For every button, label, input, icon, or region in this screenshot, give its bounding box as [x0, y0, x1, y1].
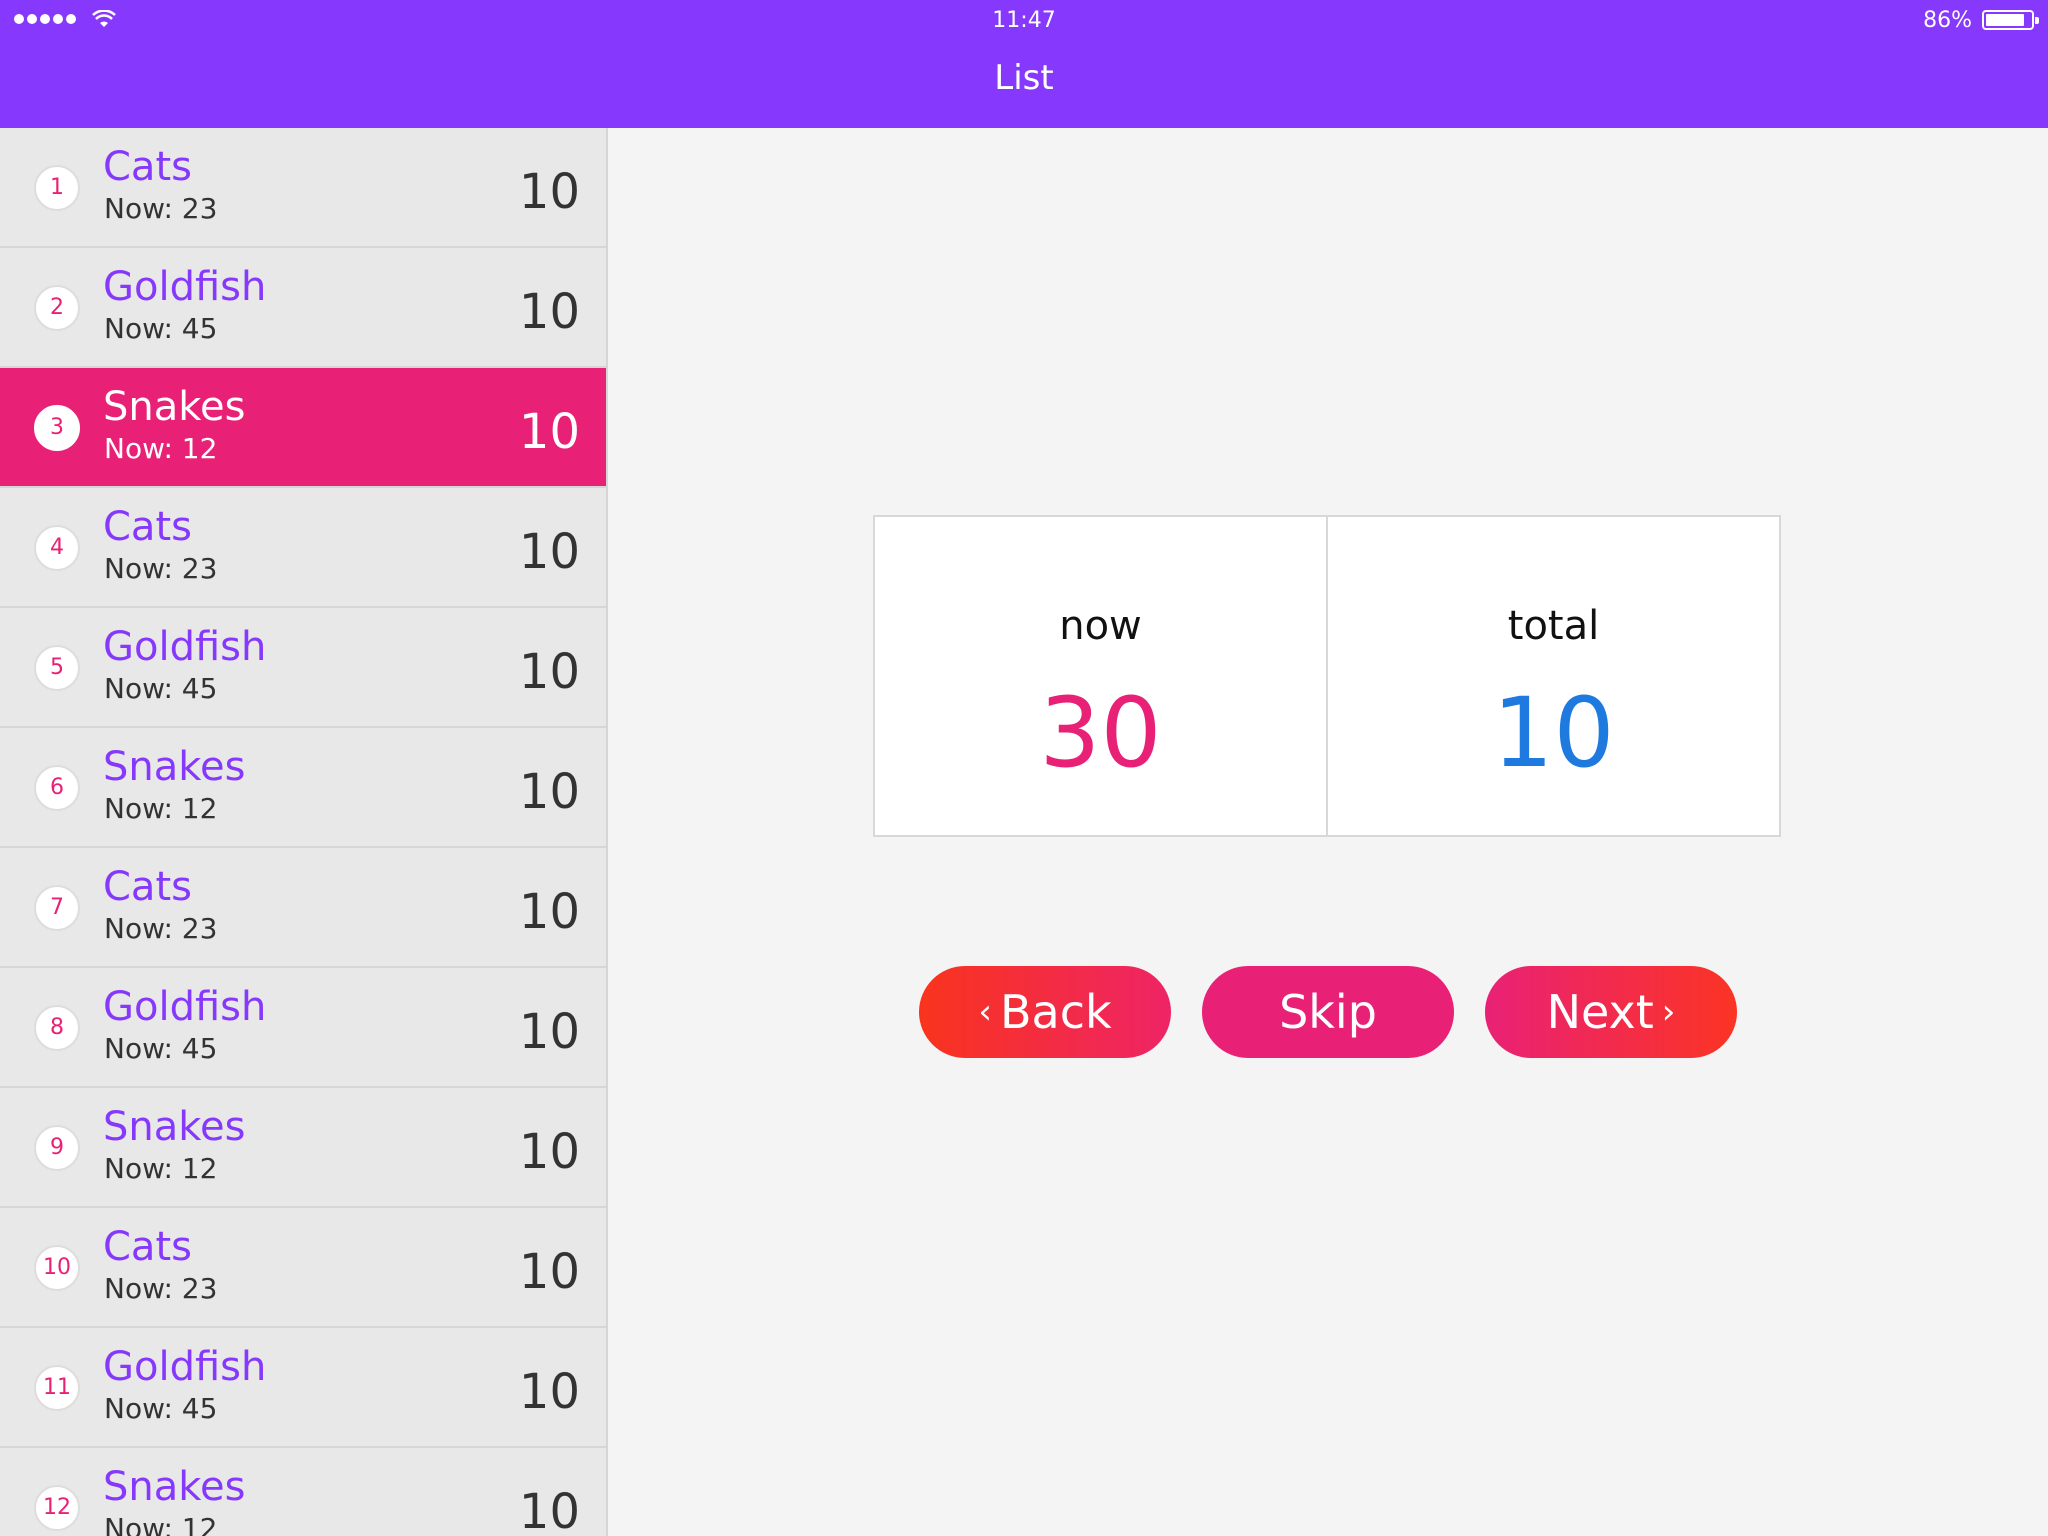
- list-item[interactable]: 12 Snakes Now: 12 10: [0, 1448, 606, 1536]
- stat-now-label: now: [1059, 603, 1142, 649]
- list-item-index: 2: [34, 285, 80, 331]
- list-item-subtitle: Now: 45: [104, 1392, 218, 1425]
- list-item-subtitle: Now: 45: [104, 672, 218, 705]
- list-item-index: 9: [34, 1125, 80, 1171]
- list-item-index: 3: [34, 405, 80, 451]
- stat-now: now 30: [875, 517, 1326, 835]
- list-item-value: 10: [518, 1364, 580, 1420]
- list-item-subtitle: Now: 12: [104, 1152, 218, 1185]
- list-item-index: 4: [34, 525, 80, 571]
- list-item-title: Cats: [103, 504, 192, 550]
- list-item-subtitle: Now: 45: [104, 312, 218, 345]
- battery-icon: [1982, 10, 2039, 30]
- list-item-index: 7: [34, 885, 80, 931]
- list-item-title: Snakes: [103, 1104, 246, 1150]
- list-item[interactable]: 8 Goldfish Now: 45 10: [0, 968, 606, 1088]
- list-item-subtitle: Now: 23: [104, 192, 218, 225]
- list-item[interactable]: 10 Cats Now: 23 10: [0, 1208, 606, 1328]
- list-item-subtitle: Now: 12: [104, 1512, 218, 1536]
- list-item-index: 6: [34, 765, 80, 811]
- next-button-label: Next: [1546, 985, 1654, 1039]
- back-button-label: Back: [999, 985, 1112, 1039]
- list-item[interactable]: 1 Cats Now: 23 10: [0, 128, 606, 248]
- list-item-title: Cats: [103, 144, 192, 190]
- list-item-title: Goldfish: [103, 264, 267, 310]
- list-item-index: 5: [34, 645, 80, 691]
- header: 11:47 86% List: [0, 0, 2048, 128]
- list-item-value: 10: [518, 1004, 580, 1060]
- list-item[interactable]: 9 Snakes Now: 12 10: [0, 1088, 606, 1208]
- list-item[interactable]: 6 Snakes Now: 12 10: [0, 728, 606, 848]
- list-item-title: Snakes: [103, 384, 246, 430]
- list-item-value: 10: [518, 1484, 580, 1536]
- list-item-title: Snakes: [103, 1464, 246, 1510]
- list-item[interactable]: 2 Goldfish Now: 45 10: [0, 248, 606, 368]
- list-item[interactable]: 3 Snakes Now: 12 10: [0, 368, 606, 488]
- stat-total-value: 10: [1492, 677, 1615, 789]
- list-item-value: 10: [518, 764, 580, 820]
- stat-total: total 10: [1326, 517, 1779, 835]
- list-item-title: Snakes: [103, 744, 246, 790]
- list-item-subtitle: Now: 12: [104, 792, 218, 825]
- list-item-title: Goldfish: [103, 984, 267, 1030]
- list-item-index: 10: [34, 1245, 80, 1291]
- next-button[interactable]: Next ›: [1485, 966, 1737, 1058]
- list-item-index: 1: [34, 165, 80, 211]
- battery-percentage: 86%: [1923, 8, 1972, 33]
- status-time: 11:47: [992, 8, 1056, 33]
- list-item-subtitle: Now: 23: [104, 552, 218, 585]
- chevron-right-icon: ›: [1661, 992, 1676, 1032]
- list-item[interactable]: 11 Goldfish Now: 45 10: [0, 1328, 606, 1448]
- list-item-value: 10: [518, 284, 580, 340]
- page-title: List: [994, 58, 1054, 98]
- list-item[interactable]: 7 Cats Now: 23 10: [0, 848, 606, 968]
- list-item-value: 10: [518, 524, 580, 580]
- list-item[interactable]: 5 Goldfish Now: 45 10: [0, 608, 606, 728]
- main-panel: now 30 total 10 ‹ Back Skip Next ›: [610, 128, 2048, 1536]
- list-item-title: Cats: [103, 864, 192, 910]
- status-bar: 11:47 86%: [0, 0, 2048, 40]
- sidebar-list[interactable]: 1 Cats Now: 23 10 2 Goldfish Now: 45 10 3 Snakes N…: [0, 128, 608, 1536]
- list-item-index: 8: [34, 1005, 80, 1051]
- list-item-value: 10: [518, 404, 580, 460]
- list-item-title: Goldfish: [103, 624, 267, 670]
- list-item-value: 10: [518, 884, 580, 940]
- chevron-left-icon: ‹: [978, 992, 992, 1032]
- list-item-subtitle: Now: 45: [104, 1032, 218, 1065]
- list-item[interactable]: 4 Cats Now: 23 10: [0, 488, 606, 608]
- list-item-subtitle: Now: 23: [104, 1272, 218, 1305]
- list-item-subtitle: Now: 23: [104, 912, 218, 945]
- list-item-subtitle: Now: 12: [104, 432, 218, 465]
- stats-card: now 30 total 10: [873, 515, 1781, 837]
- list-item-title: Goldfish: [103, 1344, 267, 1390]
- list-item-value: 10: [518, 164, 580, 220]
- list-item-value: 10: [518, 1124, 580, 1180]
- list-item-value: 10: [518, 1244, 580, 1300]
- list-item-title: Cats: [103, 1224, 192, 1270]
- skip-button[interactable]: Skip: [1202, 966, 1454, 1058]
- list-item-index: 12: [34, 1485, 80, 1531]
- back-button[interactable]: ‹ Back: [919, 966, 1171, 1058]
- stat-now-value: 30: [1039, 677, 1162, 789]
- stat-total-label: total: [1507, 603, 1600, 649]
- list-item-value: 10: [518, 644, 580, 700]
- list-item-index: 11: [34, 1365, 80, 1411]
- skip-button-label: Skip: [1279, 985, 1377, 1039]
